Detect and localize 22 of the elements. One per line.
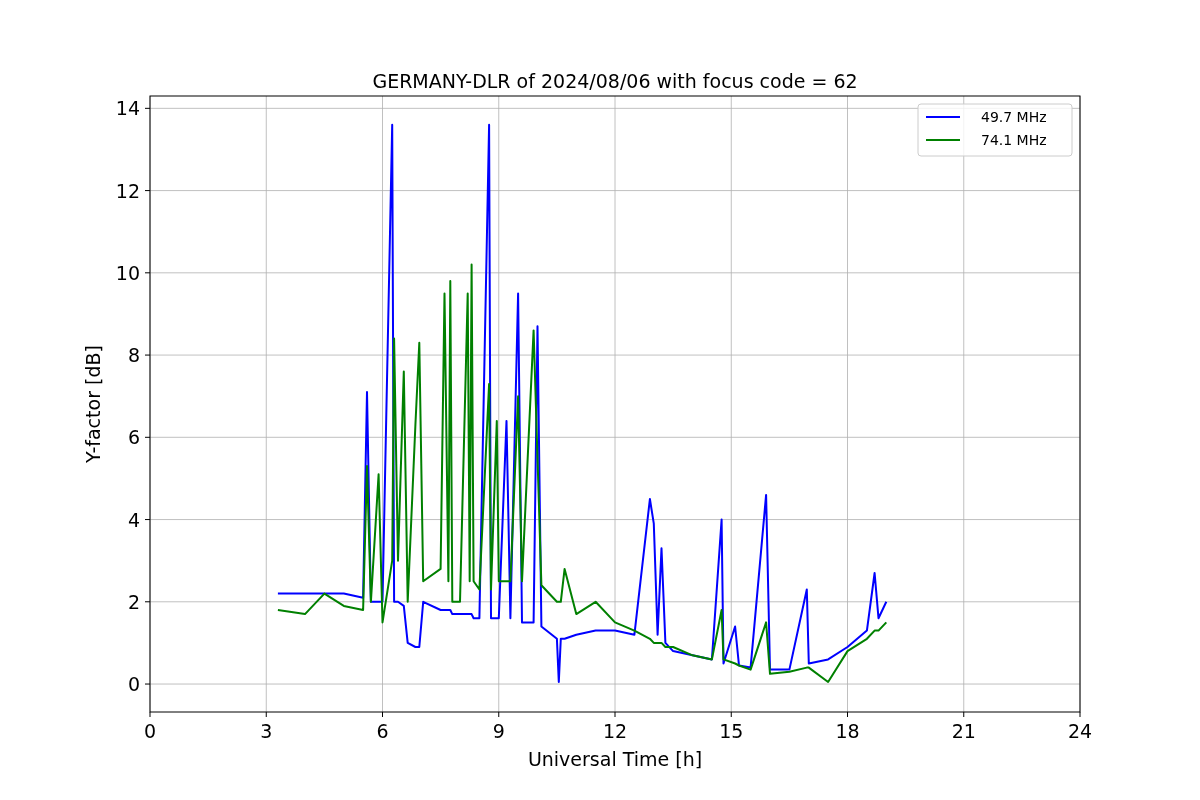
x-axis-label: Universal Time [h] bbox=[527, 748, 703, 770]
x-tick-label: 3 bbox=[260, 720, 273, 742]
chart-title: GERMANY-DLR of 2024/08/06 with focus code = 62 bbox=[372, 70, 858, 92]
y-tick-label: 6 bbox=[127, 426, 140, 449]
x-tick-label: 18 bbox=[835, 720, 860, 742]
y-tick-label: 8 bbox=[127, 344, 140, 367]
y-axis-label: Y-factor [dB] bbox=[82, 345, 104, 463]
x-tick-label: 9 bbox=[492, 720, 505, 742]
y-tick-label: 14 bbox=[115, 97, 140, 120]
x-tick-label: 0 bbox=[143, 720, 157, 742]
y-tick-label: 4 bbox=[127, 508, 140, 531]
x-tick-label: 6 bbox=[376, 720, 389, 742]
y-tick-label: 12 bbox=[115, 179, 140, 202]
x-tick-label: 12 bbox=[602, 720, 628, 742]
y-tick-label: 10 bbox=[115, 261, 140, 284]
x-tick-label: 15 bbox=[719, 720, 744, 742]
legend-label: 49.7 MHz bbox=[981, 109, 1047, 125]
x-tick-label: 24 bbox=[1067, 720, 1093, 742]
y-tick-label: 2 bbox=[127, 590, 140, 613]
y-tick-label: 0 bbox=[127, 673, 140, 696]
legend-label: 74.1 MHz bbox=[981, 132, 1047, 148]
x-tick-label: 21 bbox=[951, 720, 976, 742]
